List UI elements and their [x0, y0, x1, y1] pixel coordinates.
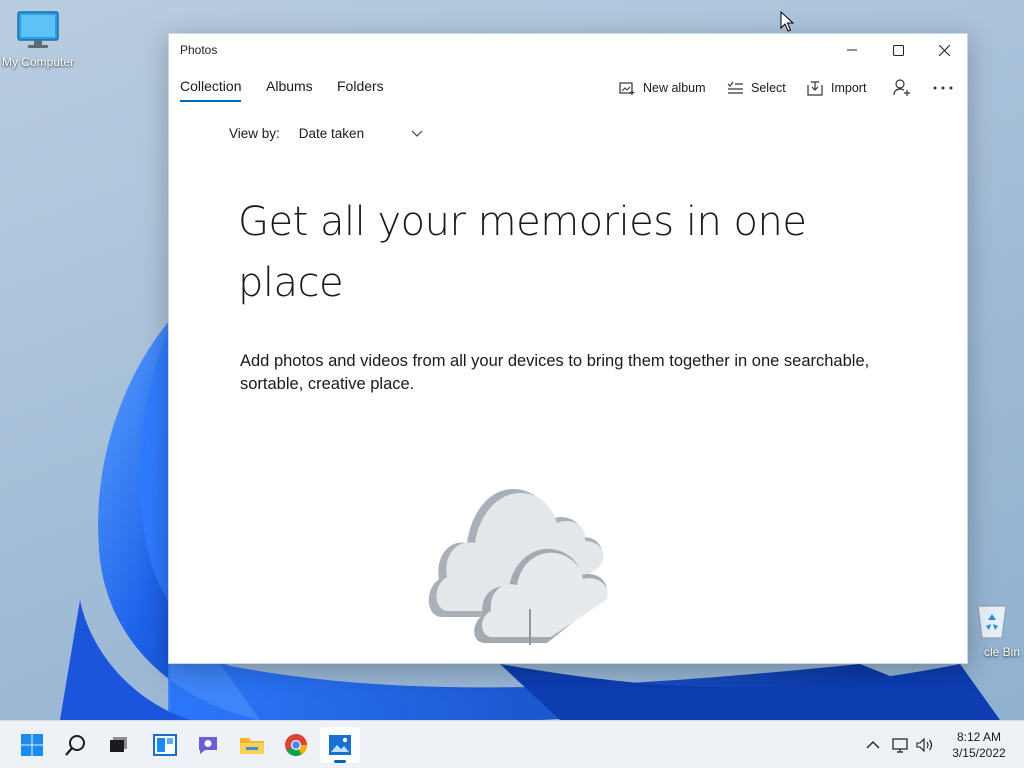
- view-by-control: View by: Date taken: [229, 126, 423, 141]
- tab-albums[interactable]: Albums: [266, 78, 313, 100]
- new-album-button[interactable]: New album: [619, 76, 706, 100]
- empty-state-description: Add photos and videos from all your devi…: [240, 352, 870, 393]
- system-tray: [866, 721, 934, 768]
- select-list-icon: [727, 81, 743, 94]
- import-label: Import: [831, 81, 867, 95]
- widgets-icon: [153, 734, 177, 756]
- tab-collection[interactable]: Collection: [180, 78, 242, 102]
- search-icon: [65, 735, 85, 756]
- clock-date: 3/15/2022: [952, 746, 1006, 760]
- taskbar: 8:12 AM 3/15/2022: [0, 720, 1024, 768]
- chevron-up-icon[interactable]: [866, 740, 880, 750]
- desktop-icon-label: My Computer: [1, 55, 75, 69]
- select-button[interactable]: Select: [727, 76, 786, 100]
- clock-time: 8:12 AM: [956, 730, 1002, 744]
- photos-window: Photos Collection Albums Folders New alb…: [168, 33, 968, 664]
- task-view-icon: [110, 737, 127, 752]
- minimize-button[interactable]: [829, 34, 875, 66]
- start-icon: [21, 734, 43, 756]
- mouse-cursor-icon: [780, 11, 794, 32]
- network-icon[interactable]: [892, 737, 910, 753]
- volume-icon[interactable]: [916, 737, 934, 753]
- file-explorer-icon: [240, 738, 264, 754]
- chrome-icon: [285, 734, 307, 756]
- nav-bar: Collection Albums Folders New album Sele…: [169, 70, 967, 106]
- empty-state-headline: Get all your memories in one place: [238, 199, 807, 306]
- more-options-button[interactable]: [933, 76, 953, 100]
- maximize-icon: [892, 44, 904, 56]
- photos-taskbar-button[interactable]: [320, 727, 360, 763]
- new-album-icon: [619, 81, 635, 95]
- search-button[interactable]: [56, 727, 96, 763]
- more-options-icon: [933, 86, 953, 90]
- desktop-icon-my-computer[interactable]: My Computer: [0, 10, 78, 69]
- view-by-dropdown[interactable]: Date taken: [299, 126, 411, 141]
- widgets-button[interactable]: [145, 727, 185, 763]
- close-icon: [938, 44, 950, 56]
- cloud-illustration: [428, 489, 608, 645]
- account-button[interactable]: [893, 76, 911, 100]
- view-by-label: View by:: [229, 126, 280, 141]
- maximize-button[interactable]: [875, 34, 921, 66]
- chrome-button[interactable]: [276, 727, 316, 763]
- start-button[interactable]: [12, 727, 52, 763]
- select-label: Select: [751, 81, 786, 95]
- title-bar[interactable]: Photos: [169, 34, 967, 66]
- recycle-bin-icon: [960, 600, 1024, 643]
- minimize-icon: [847, 49, 857, 51]
- import-button[interactable]: Import: [807, 76, 866, 100]
- add-account-icon: [893, 79, 910, 96]
- chevron-down-icon[interactable]: [411, 130, 423, 138]
- monitor-icon: [0, 10, 78, 53]
- chat-button[interactable]: [188, 727, 228, 763]
- import-icon: [807, 80, 823, 96]
- window-title: Photos: [180, 43, 218, 57]
- desktop-icon-label: cle Bin: [983, 645, 1021, 659]
- file-explorer-button[interactable]: [232, 727, 272, 763]
- photos-icon: [329, 735, 351, 755]
- close-button[interactable]: [921, 34, 967, 66]
- chat-icon: [199, 737, 217, 754]
- task-view-button[interactable]: [99, 727, 139, 763]
- new-album-label: New album: [643, 81, 706, 95]
- tab-folders[interactable]: Folders: [337, 78, 384, 100]
- taskbar-clock[interactable]: 8:12 AM 3/15/2022: [944, 729, 1014, 761]
